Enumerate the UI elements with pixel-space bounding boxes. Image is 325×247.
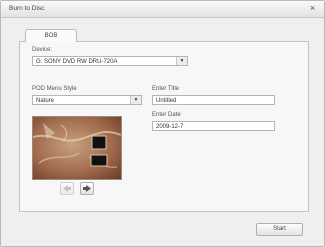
chevron-down-icon[interactable]: ▼ xyxy=(176,57,187,65)
menu-style-value: Nature xyxy=(36,98,55,104)
menu-style-select[interactable]: Nature ▼ xyxy=(32,95,142,105)
date-input[interactable]: 2009-12-7 xyxy=(152,121,275,131)
start-button[interactable]: Start xyxy=(256,223,303,236)
burn-to-disc-dialog: Burn to Disc × BOB Device: G: SONY DVD R… xyxy=(0,0,325,247)
date-field-label: Enter Date xyxy=(152,112,181,118)
menu-style-preview xyxy=(32,116,122,180)
previous-style-button[interactable] xyxy=(60,182,74,195)
title-input[interactable]: Untitled xyxy=(152,95,275,105)
next-style-button[interactable] xyxy=(80,182,94,195)
arrow-right-icon xyxy=(83,185,91,192)
device-label: Device: xyxy=(32,47,53,53)
nature-preview-image xyxy=(33,117,121,179)
title-input-value: Untitled xyxy=(156,98,177,104)
menu-style-label: POD Menu Style xyxy=(32,86,77,92)
window-title: Burn to Disc xyxy=(9,5,45,12)
date-input-value: 2009-12-7 xyxy=(156,124,184,130)
chevron-down-icon[interactable]: ▼ xyxy=(130,96,141,104)
device-value: G: SONY DVD RW DRU-720A xyxy=(36,59,118,65)
title-bar: Burn to Disc × xyxy=(1,1,324,18)
close-icon[interactable]: × xyxy=(307,3,318,14)
arrow-left-icon xyxy=(63,185,71,192)
device-select[interactable]: G: SONY DVD RW DRU-720A ▼ xyxy=(32,56,188,66)
title-field-label: Enter Title xyxy=(152,86,180,92)
tab-bob[interactable]: BOB xyxy=(25,29,77,42)
